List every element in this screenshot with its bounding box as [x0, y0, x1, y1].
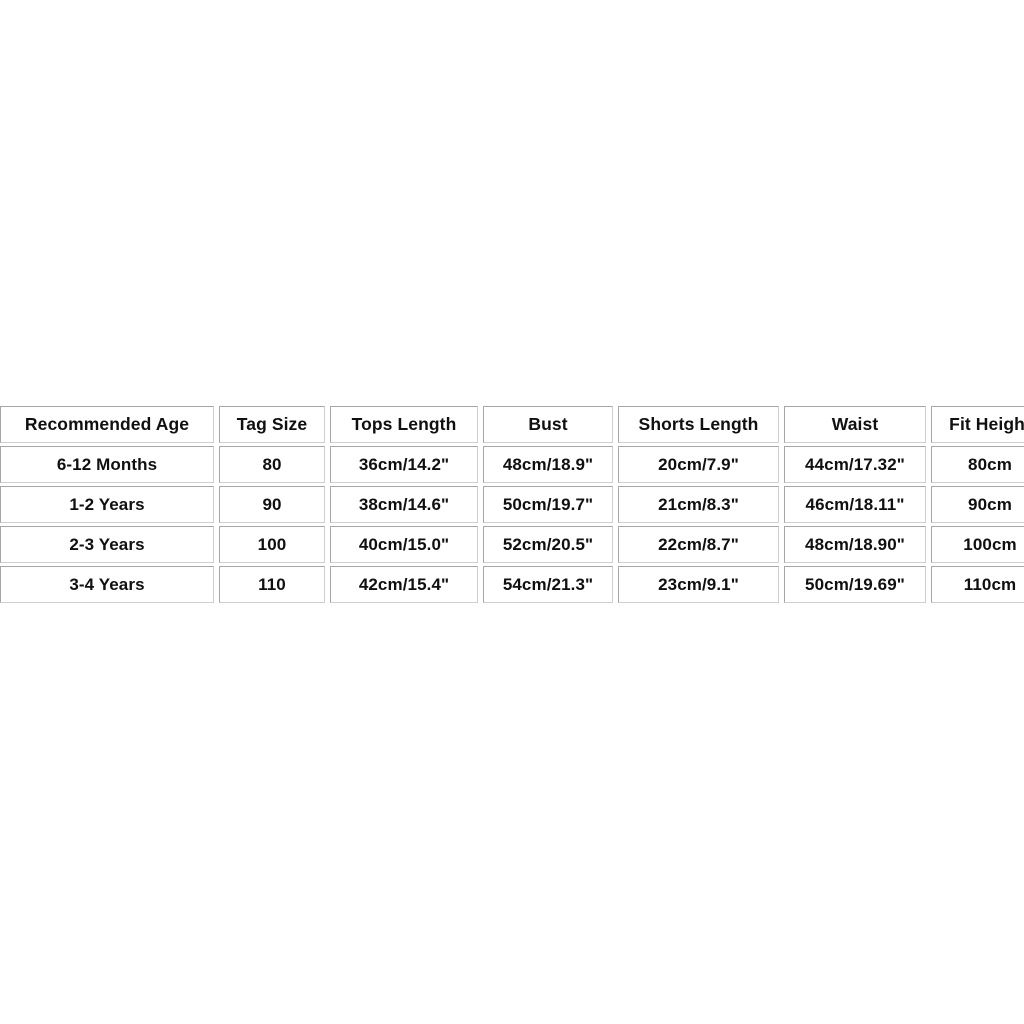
cell-tops-length: 40cm/15.0" — [330, 526, 478, 563]
cell-tops-length: 42cm/15.4" — [330, 566, 478, 603]
cell-shorts-length: 23cm/9.1" — [618, 566, 779, 603]
header-row: Recommended Age Tag Size Tops Length Bus… — [0, 406, 1024, 443]
cell-waist: 48cm/18.90" — [784, 526, 926, 563]
table-row: 1-2 Years 90 38cm/14.6" 50cm/19.7" 21cm/… — [0, 486, 1024, 523]
table-header: Recommended Age Tag Size Tops Length Bus… — [0, 406, 1024, 443]
cell-fit-height: 110cm — [931, 566, 1024, 603]
table-row: 2-3 Years 100 40cm/15.0" 52cm/20.5" 22cm… — [0, 526, 1024, 563]
cell-fit-height: 100cm — [931, 526, 1024, 563]
cell-tag-size: 80 — [219, 446, 325, 483]
cell-waist: 50cm/19.69" — [784, 566, 926, 603]
column-header-recommended-age: Recommended Age — [0, 406, 214, 443]
column-header-shorts-length: Shorts Length — [618, 406, 779, 443]
cell-recommended-age: 2-3 Years — [0, 526, 214, 563]
size-chart-table: Recommended Age Tag Size Tops Length Bus… — [0, 403, 1024, 606]
table-body: 6-12 Months 80 36cm/14.2" 48cm/18.9" 20c… — [0, 446, 1024, 603]
cell-shorts-length: 22cm/8.7" — [618, 526, 779, 563]
cell-shorts-length: 20cm/7.9" — [618, 446, 779, 483]
column-header-fit-height: Fit Height — [931, 406, 1024, 443]
cell-tops-length: 36cm/14.2" — [330, 446, 478, 483]
cell-tag-size: 110 — [219, 566, 325, 603]
column-header-waist: Waist — [784, 406, 926, 443]
cell-bust: 52cm/20.5" — [483, 526, 613, 563]
table-row: 6-12 Months 80 36cm/14.2" 48cm/18.9" 20c… — [0, 446, 1024, 483]
cell-recommended-age: 1-2 Years — [0, 486, 214, 523]
column-header-tops-length: Tops Length — [330, 406, 478, 443]
cell-bust: 50cm/19.7" — [483, 486, 613, 523]
cell-tag-size: 90 — [219, 486, 325, 523]
cell-fit-height: 90cm — [931, 486, 1024, 523]
cell-waist: 46cm/18.11" — [784, 486, 926, 523]
size-chart-container: Recommended Age Tag Size Tops Length Bus… — [0, 403, 1024, 606]
cell-recommended-age: 6-12 Months — [0, 446, 214, 483]
column-header-tag-size: Tag Size — [219, 406, 325, 443]
cell-tops-length: 38cm/14.6" — [330, 486, 478, 523]
cell-recommended-age: 3-4 Years — [0, 566, 214, 603]
column-header-bust: Bust — [483, 406, 613, 443]
cell-fit-height: 80cm — [931, 446, 1024, 483]
cell-bust: 54cm/21.3" — [483, 566, 613, 603]
cell-waist: 44cm/17.32" — [784, 446, 926, 483]
cell-bust: 48cm/18.9" — [483, 446, 613, 483]
table-row: 3-4 Years 110 42cm/15.4" 54cm/21.3" 23cm… — [0, 566, 1024, 603]
cell-shorts-length: 21cm/8.3" — [618, 486, 779, 523]
cell-tag-size: 100 — [219, 526, 325, 563]
